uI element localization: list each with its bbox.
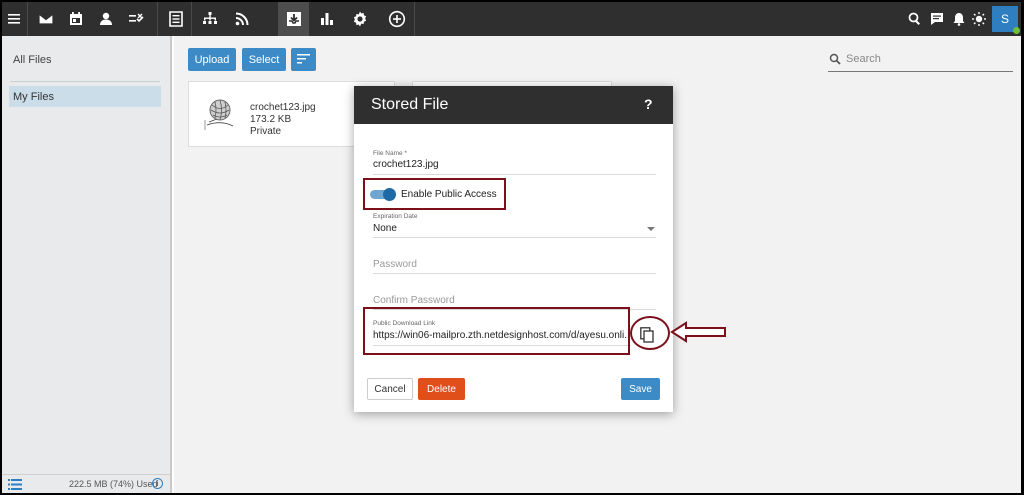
add-icon[interactable] [382, 2, 412, 36]
storage-usage-text: 222.5 MB (74%) Used [69, 479, 158, 489]
field-underline [373, 273, 656, 274]
password-field[interactable]: Password [373, 259, 417, 270]
contacts-icon[interactable] [91, 2, 121, 36]
file-name-label: File Name * [373, 150, 407, 157]
calendar-icon[interactable] [61, 2, 91, 36]
sidebar-item-my-files[interactable]: My Files [9, 86, 161, 107]
help-icon[interactable]: ? [644, 96, 653, 112]
storage-footer: 222.5 MB (74%) Used i [2, 474, 170, 493]
file-size: 173.2 KB [250, 114, 292, 125]
sort-icon [297, 54, 310, 64]
field-underline [373, 174, 656, 175]
file-access: Private [250, 126, 282, 137]
search-placeholder: Search [846, 53, 881, 65]
theme-icon[interactable] [971, 11, 987, 27]
tasks-icon[interactable] [121, 2, 151, 36]
sidebar-item-all-files[interactable]: All Files [13, 54, 52, 66]
info-icon[interactable]: i [152, 478, 163, 489]
file-name-field[interactable]: crochet123.jpg [373, 159, 439, 170]
dialog-header: Stored File ? [354, 86, 673, 124]
file-name: crochet123.jpg [250, 102, 316, 113]
settings-icon[interactable] [345, 2, 375, 36]
mail-icon[interactable] [31, 2, 61, 36]
list-icon[interactable] [8, 479, 22, 490]
menu-icon[interactable] [2, 2, 26, 36]
annotation-box-download-link [363, 307, 630, 355]
sort-button[interactable] [291, 48, 316, 71]
annotation-arrow-icon [670, 321, 726, 343]
search-icon[interactable] [907, 11, 923, 27]
top-nav-bar: S [2, 2, 1021, 36]
search-input[interactable]: Search [828, 50, 1013, 72]
chat-icon[interactable] [929, 11, 945, 27]
online-status-dot [1013, 27, 1020, 34]
file-storage-icon[interactable] [279, 2, 309, 36]
bell-icon[interactable] [951, 11, 967, 27]
org-chart-icon[interactable] [195, 2, 225, 36]
rss-icon[interactable] [227, 2, 257, 36]
reports-icon[interactable] [312, 2, 342, 36]
select-button[interactable]: Select [242, 48, 286, 71]
annotation-box-public-access [363, 178, 506, 210]
stored-file-dialog: Stored File ? File Name * crochet123.jpg… [354, 86, 673, 412]
annotation-circle-copy [630, 316, 670, 350]
save-button[interactable]: Save [621, 378, 660, 400]
expiration-date-label: Expiration Date [373, 213, 418, 220]
yarn-thumbnail-image [204, 99, 234, 130]
sidebar-item-label: My Files [13, 91, 54, 103]
search-icon [829, 53, 841, 65]
delete-button[interactable]: Delete [418, 378, 465, 400]
chevron-down-icon[interactable] [647, 227, 655, 231]
dialog-title: Stored File [371, 96, 449, 113]
cancel-button[interactable]: Cancel [367, 378, 413, 400]
sidebar-divider [10, 81, 160, 82]
sidebar: All Files My Files 222.5 MB (74%) Used i [2, 36, 172, 493]
upload-button[interactable]: Upload [188, 48, 236, 71]
field-underline [373, 237, 656, 238]
notes-icon[interactable] [161, 2, 191, 36]
confirm-password-field[interactable]: Confirm Password [373, 295, 455, 306]
expiration-date-select[interactable]: None [373, 223, 397, 234]
app-window: S All Files My Files 222.5 MB (74%) Used… [2, 2, 1021, 493]
